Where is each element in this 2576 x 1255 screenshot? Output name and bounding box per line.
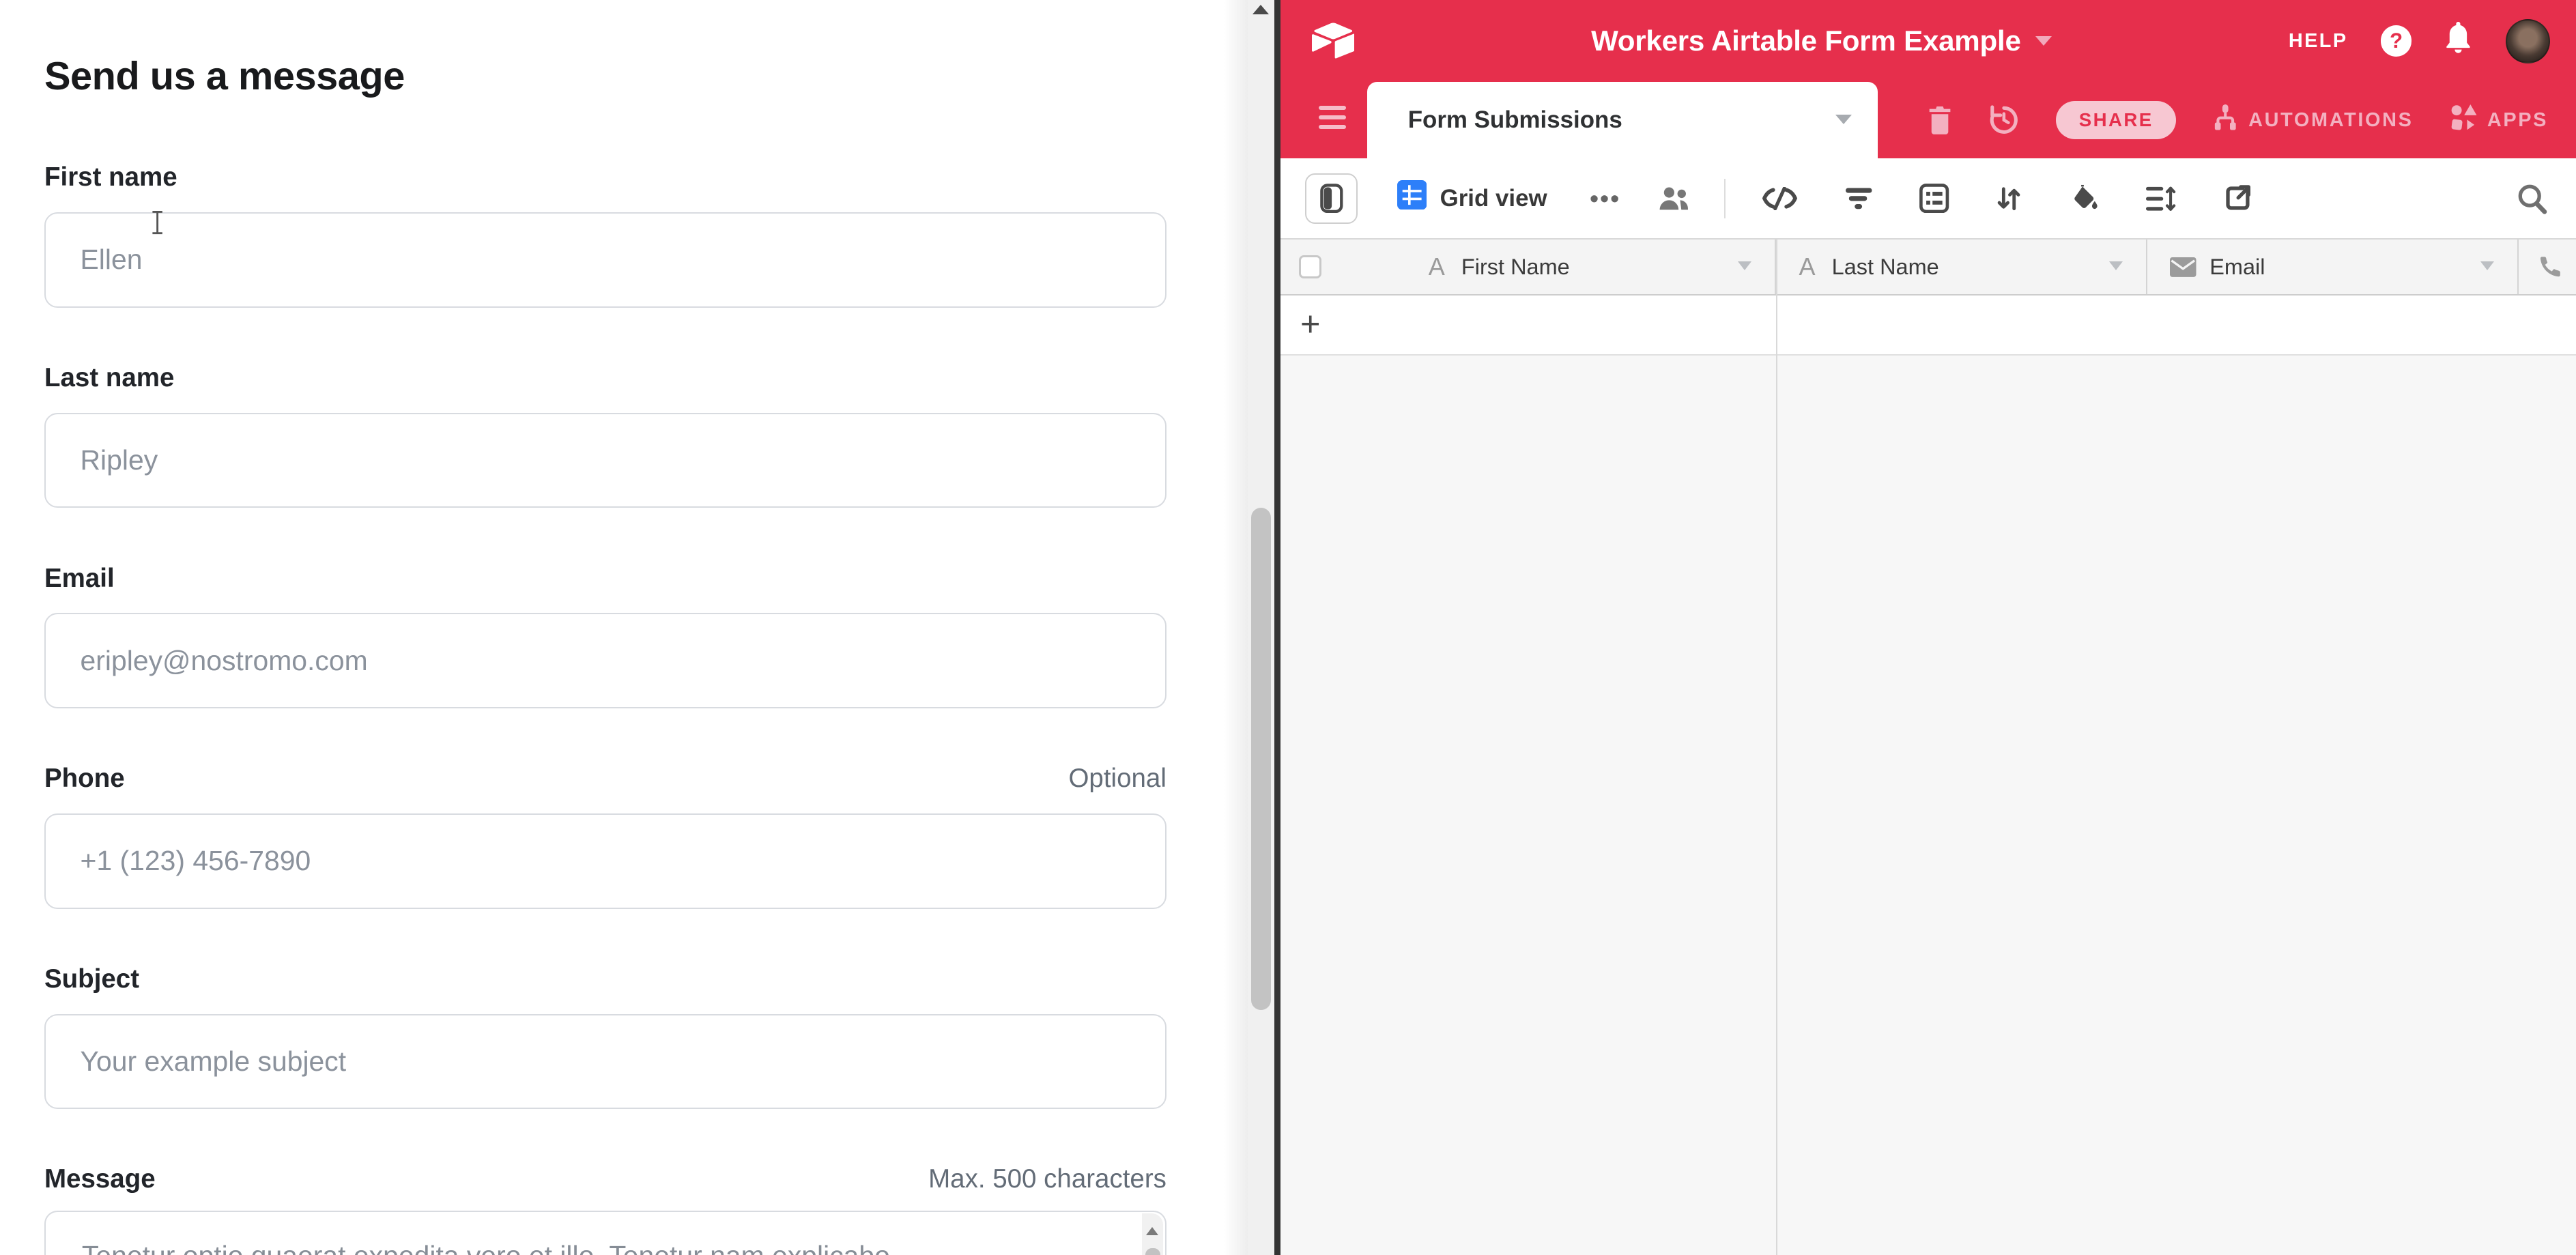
share-button[interactable]: SHARE	[2056, 101, 2176, 139]
message-field: Message Max. 500 characters Tenetur opti…	[44, 1164, 1167, 1194]
text-field-icon: A	[1799, 253, 1816, 281]
grid-view-selector[interactable]: Grid view	[1397, 180, 1547, 216]
phone-field-icon	[2538, 255, 2563, 279]
pane-split-divider[interactable]	[1274, 0, 1281, 1255]
column-caret-icon[interactable]	[2109, 261, 2123, 270]
first-name-field: First name	[44, 162, 1167, 307]
phone-input[interactable]	[44, 813, 1167, 909]
tables-menu-icon[interactable]	[1319, 106, 1347, 129]
column-caret-icon[interactable]	[2480, 261, 2494, 270]
group-icon[interactable]	[1919, 184, 1949, 213]
airtable-topbar: Workers Airtable Form Example HELP ?	[1280, 0, 2576, 82]
trash-icon[interactable]	[1928, 106, 1952, 134]
table-tab-label: Form Submissions	[1408, 106, 1622, 134]
column-name: First Name	[1461, 255, 1570, 280]
form-pane-edge-shadow	[1224, 0, 1248, 1255]
add-record-plus-icon[interactable]: +	[1300, 304, 1321, 344]
notifications-bell-icon[interactable]	[2444, 22, 2472, 60]
row-height-icon[interactable]	[2146, 186, 2175, 212]
phone-field: Phone Optional	[44, 764, 1167, 908]
subject-input[interactable]	[44, 1014, 1167, 1110]
view-options-ellipsis-icon[interactable]: •••	[1590, 184, 1620, 213]
column-header-phone[interactable]: Phone	[2519, 240, 2576, 293]
message-scroll-up-arrow-icon[interactable]	[1146, 1227, 1158, 1235]
automations-icon	[2212, 104, 2239, 136]
collaborators-icon[interactable]	[1657, 186, 1691, 212]
tab-form-submissions[interactable]: Form Submissions	[1367, 82, 1878, 158]
automations-button[interactable]: AUTOMATIONS	[2212, 104, 2413, 136]
page-scrollbar[interactable]	[1248, 0, 1274, 1255]
apps-icon	[2450, 104, 2478, 136]
column-header-last-name[interactable]: A Last Name	[1776, 240, 2147, 293]
column-caret-icon[interactable]	[1738, 261, 1751, 270]
hide-fields-icon[interactable]	[1762, 187, 1798, 210]
revision-history-icon[interactable]	[1988, 104, 2020, 136]
airtable-pane: Workers Airtable Form Example HELP ? For…	[1280, 0, 2576, 1255]
column-name: Email	[2209, 255, 2265, 280]
apps-label: APPS	[2487, 109, 2548, 132]
message-scrollbar[interactable]	[1142, 1213, 1163, 1255]
text-field-icon: A	[1429, 253, 1445, 281]
color-icon[interactable]	[2069, 184, 2098, 212]
column-header-email[interactable]: Email	[2147, 240, 2519, 293]
help-circle-icon[interactable]: ?	[2381, 25, 2412, 57]
last-name-input[interactable]	[44, 413, 1167, 508]
search-icon[interactable]	[2517, 183, 2548, 214]
text-cursor-icon	[151, 210, 164, 235]
view-toolbar: Grid view •••	[1280, 158, 2576, 240]
table-tab-caret-icon	[1835, 115, 1852, 124]
first-name-label: First name	[44, 162, 177, 192]
first-name-input[interactable]	[44, 212, 1167, 308]
sort-icon[interactable]	[1997, 186, 2021, 212]
email-field-icon	[2170, 257, 2196, 277]
base-title: Workers Airtable Form Example	[1591, 25, 2021, 57]
page-scrollbar-thumb[interactable]	[1251, 508, 1271, 1011]
screenshot-root: Send us a message First name Last name E…	[0, 0, 2576, 1255]
last-name-label: Last name	[44, 363, 174, 393]
grid-view-icon	[1397, 180, 1427, 216]
subject-field: Subject	[44, 964, 1167, 1109]
message-maxchars-note: Max. 500 characters	[928, 1164, 1167, 1194]
grid-header-row: A First Name A Last Name Email	[1280, 240, 2576, 295]
sidebar-toggle-icon	[1320, 184, 1343, 213]
email-field: Email	[44, 564, 1167, 708]
message-text: Tenetur optio quaerat expedita vero et i…	[82, 1240, 1132, 1255]
share-view-icon[interactable]	[2224, 184, 2252, 212]
select-all-checkbox[interactable]	[1299, 255, 1322, 278]
user-avatar[interactable]	[2506, 19, 2550, 63]
automations-label: AUTOMATIONS	[2248, 109, 2413, 132]
add-record-row[interactable]: +	[1280, 295, 2576, 356]
message-textarea[interactable]: Tenetur optio quaerat expedita vero et i…	[44, 1211, 1167, 1255]
view-sidebar-toggle-button[interactable]	[1305, 173, 1358, 225]
email-input[interactable]	[44, 613, 1167, 708]
grid-empty-area	[1280, 356, 2576, 1255]
toolbar-divider	[1724, 179, 1726, 218]
message-scrollbar-thumb[interactable]	[1145, 1248, 1160, 1255]
view-name: Grid view	[1440, 185, 1547, 212]
base-title-caret-icon	[2035, 36, 2052, 46]
message-label: Message	[44, 1164, 156, 1194]
form-title: Send us a message	[44, 54, 405, 99]
column-header-first-name[interactable]: A First Name	[1280, 240, 1776, 293]
airtable-tabbar: Form Submissions SHARE	[1280, 82, 2576, 158]
base-title-dropdown[interactable]: Workers Airtable Form Example	[1354, 25, 2288, 57]
last-name-field: Last name	[44, 363, 1167, 508]
scroll-up-arrow-icon[interactable]	[1253, 5, 1269, 14]
filter-icon[interactable]	[1846, 187, 1872, 210]
frozen-column-divider	[1776, 240, 1777, 1254]
subject-label: Subject	[44, 964, 139, 994]
email-label: Email	[44, 564, 115, 594]
apps-button[interactable]: APPS	[2450, 104, 2549, 136]
airtable-logo-icon[interactable]	[1312, 21, 1355, 61]
phone-label: Phone	[44, 764, 125, 794]
contact-form-pane: Send us a message First name Last name E…	[0, 0, 1224, 1255]
help-button[interactable]: HELP	[2289, 30, 2348, 53]
column-name: Last Name	[1832, 255, 1939, 280]
phone-optional-note: Optional	[1068, 764, 1166, 794]
